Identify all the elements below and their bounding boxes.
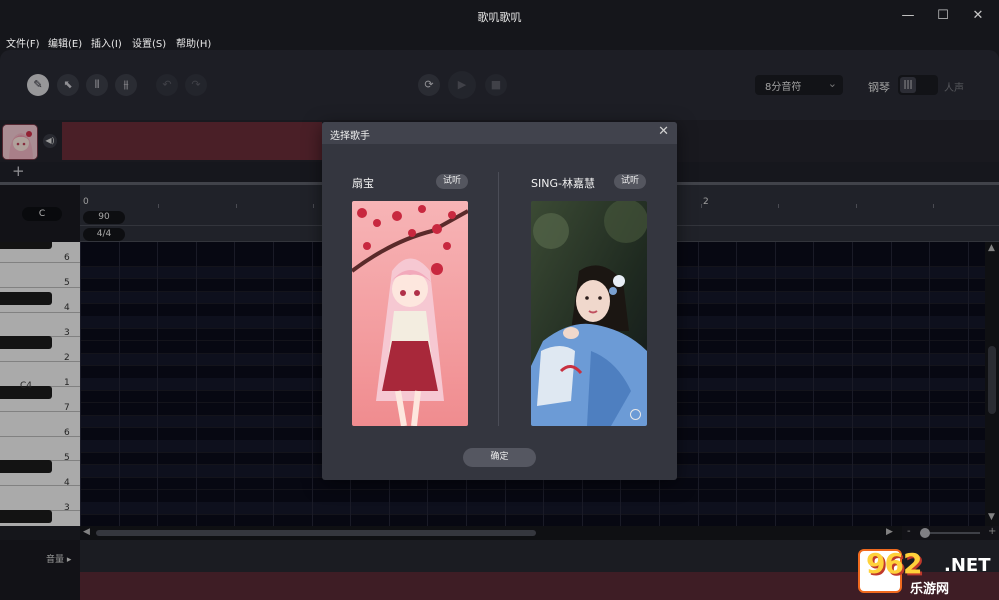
- singer-portrait[interactable]: [352, 201, 468, 426]
- close-button[interactable]: ✕: [968, 6, 988, 26]
- window-title: 歌叽歌叽: [477, 11, 522, 24]
- menu-edit[interactable]: 编辑(E): [48, 35, 82, 50]
- menu-file[interactable]: 文件(F): [6, 35, 40, 50]
- maximize-button[interactable]: ☐: [933, 6, 953, 26]
- dialog-divider: [498, 172, 499, 426]
- minimize-button[interactable]: —: [898, 6, 918, 26]
- singer-name: 扇宝: [352, 177, 374, 190]
- dialog-header: 选择歌手 ✕: [322, 122, 677, 144]
- watermark-net: .NET: [944, 555, 991, 576]
- site-watermark: 962 .NET 乐游网: [858, 547, 996, 597]
- menu-bar: 文件(F) 编辑(E) 插入(I) 设置(S) 帮助(H): [0, 32, 999, 50]
- select-singer-dialog: 选择歌手 ✕ 扇宝 试听 SING-林嘉慧 试听 确定: [322, 122, 677, 480]
- menu-help[interactable]: 帮助(H): [176, 35, 211, 50]
- dialog-title: 选择歌手: [330, 131, 370, 142]
- singer-portrait[interactable]: [531, 201, 647, 426]
- title-bar: 歌叽歌叽 — ☐ ✕: [0, 0, 999, 32]
- singer-radio[interactable]: [630, 409, 641, 420]
- close-icon[interactable]: ✕: [658, 124, 669, 139]
- confirm-button[interactable]: 确定: [463, 448, 536, 467]
- audition-button[interactable]: 试听: [614, 174, 646, 189]
- watermark-number: 962: [866, 547, 922, 580]
- menu-settings[interactable]: 设置(S): [132, 35, 166, 50]
- audition-button[interactable]: 试听: [436, 174, 468, 189]
- menu-insert[interactable]: 插入(I): [91, 35, 122, 50]
- singer-name: SING-林嘉慧: [531, 177, 595, 190]
- watermark-site: 乐游网: [910, 582, 950, 597]
